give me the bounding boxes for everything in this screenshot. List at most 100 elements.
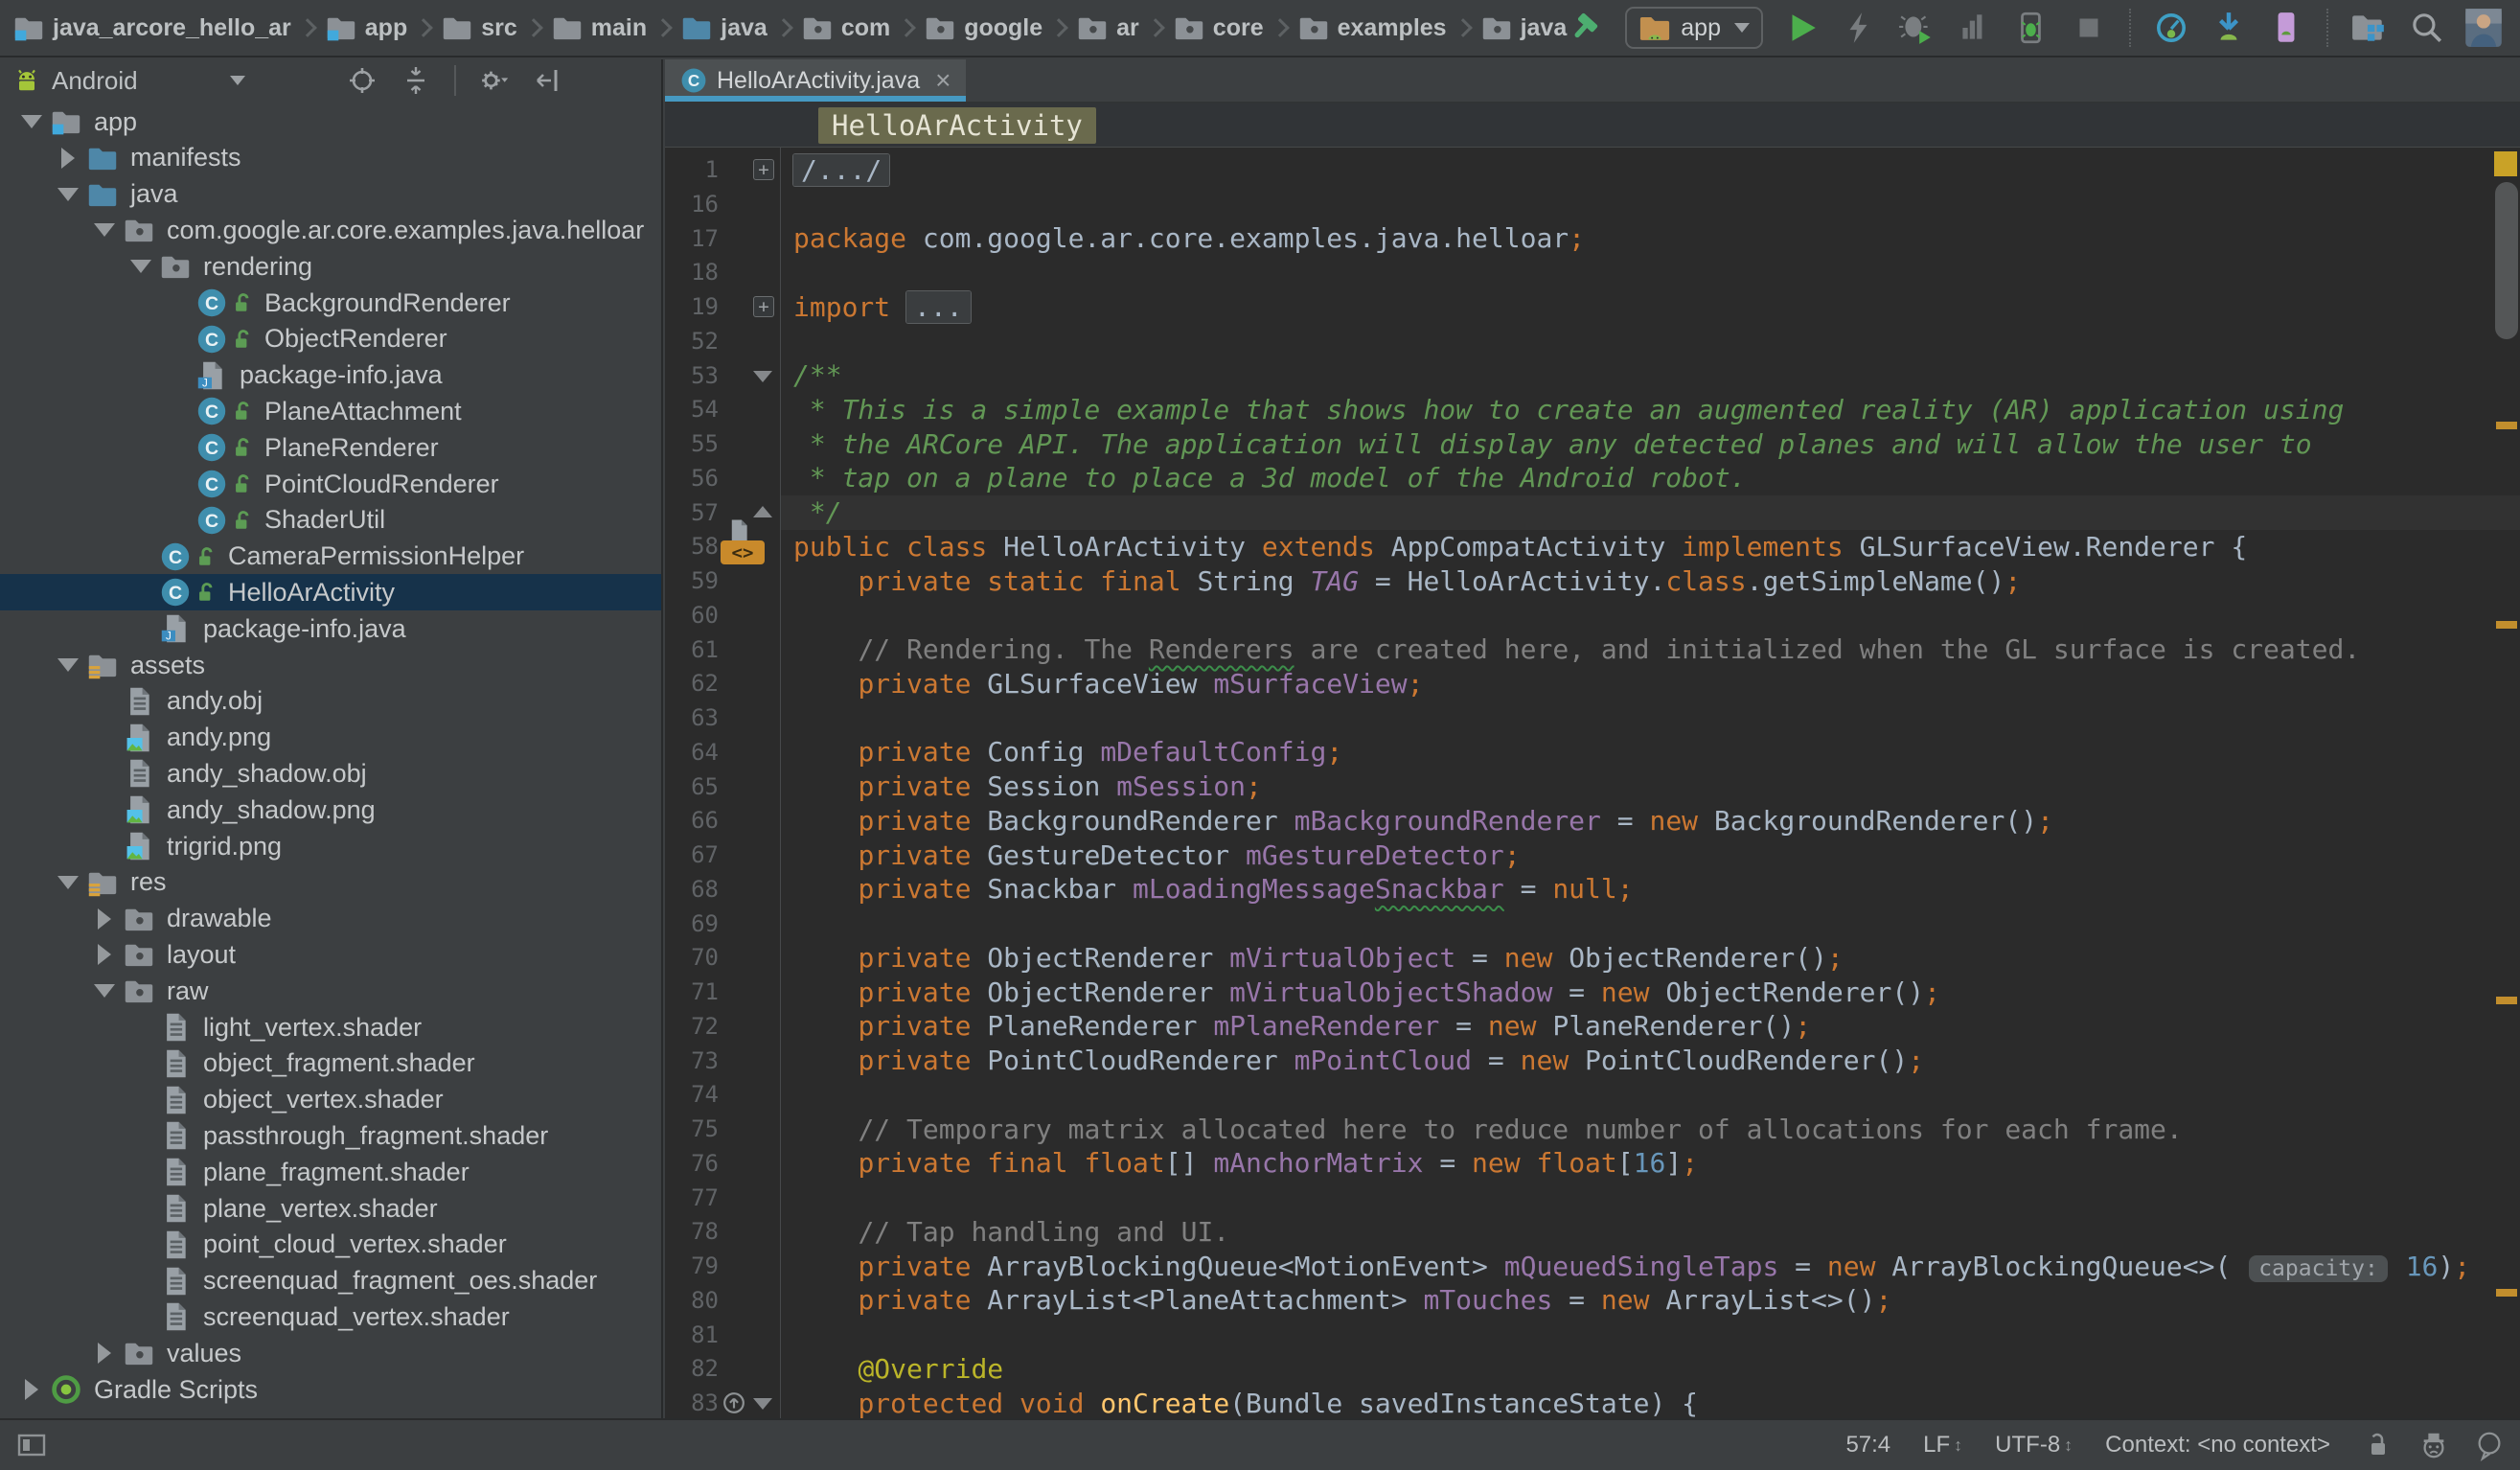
overriding-method-icon[interactable] — [722, 1391, 745, 1414]
code-editor[interactable]: 1+/.../1617package com.google.ar.core.ex… — [665, 148, 2520, 1418]
code-line-82[interactable]: 82 @Override — [665, 1351, 2520, 1386]
hammer-button[interactable] — [1568, 9, 1606, 47]
code-line-56[interactable]: 56 * tap on a plane to place a 3d model … — [665, 461, 2520, 495]
tree-item-manifests[interactable]: manifests — [0, 140, 661, 176]
run-button[interactable] — [1782, 9, 1821, 47]
tree-item-app[interactable]: app — [0, 103, 661, 140]
project-view-selector[interactable]: Android — [52, 66, 138, 96]
tree-item-package-info-java[interactable]: Jpackage-info.java — [0, 610, 661, 647]
code-line-70[interactable]: 70 private ObjectRenderer mVirtualObject… — [665, 940, 2520, 975]
chevron-collapsed-icon[interactable] — [86, 901, 123, 937]
tree-item-drawable[interactable]: drawable — [0, 901, 661, 937]
sdk-manager-button[interactable] — [2210, 9, 2248, 47]
collapse-icon[interactable] — [401, 65, 431, 96]
tab-helloaractivity-java[interactable]: C HelloArActivity.java × — [665, 59, 966, 102]
breadcrumb-item-src[interactable]: src — [442, 12, 517, 43]
encoding-widget[interactable]: UTF-8↕ — [1995, 1432, 2073, 1459]
highlighting-level-icon[interactable] — [2418, 1430, 2449, 1460]
tree-item-andy-shadow-obj[interactable]: andy_shadow.obj — [0, 755, 661, 792]
tree-item-values[interactable]: values — [0, 1335, 661, 1371]
tree-item-java[interactable]: java — [0, 176, 661, 213]
gear-icon[interactable] — [479, 65, 510, 96]
breadcrumb-item-app[interactable]: app — [326, 12, 407, 43]
code-line-61[interactable]: 61 // Rendering. The Renderers are creat… — [665, 632, 2520, 667]
chevron-expanded-icon[interactable] — [50, 176, 86, 213]
tree-item-object-fragment-shader[interactable]: object_fragment.shader — [0, 1045, 661, 1082]
toolwindow-toggle-icon[interactable] — [15, 1429, 48, 1461]
tree-item-plane-vertex-shader[interactable]: plane_vertex.shader — [0, 1190, 661, 1227]
tree-item-planeattachment[interactable]: CPlaneAttachment — [0, 393, 661, 429]
event-log-icon[interactable] — [2474, 1430, 2505, 1460]
code-line-73[interactable]: 73 private PointCloudRenderer mPointClou… — [665, 1044, 2520, 1078]
tree-item-layout[interactable]: layout — [0, 936, 661, 973]
tree-item-screenquad-fragment-oes-shader[interactable]: screenquad_fragment_oes.shader — [0, 1263, 661, 1299]
breadcrumb-item-google[interactable]: google — [925, 12, 1042, 43]
lock-icon[interactable] — [2363, 1430, 2394, 1460]
code-line-71[interactable]: 71 private ObjectRenderer mVirtualObject… — [665, 975, 2520, 1009]
chevron-collapsed-icon[interactable] — [13, 1371, 50, 1408]
chevron-collapsed-icon[interactable] — [50, 140, 86, 176]
code-line-64[interactable]: 64 private Config mDefaultConfig; — [665, 735, 2520, 769]
tree-item-shaderutil[interactable]: CShaderUtil — [0, 502, 661, 539]
code-line-81[interactable]: 81 — [665, 1318, 2520, 1352]
locate-icon[interactable] — [347, 65, 378, 96]
caret-position-widget[interactable]: 57:4 — [1845, 1432, 1890, 1459]
breadcrumb-item-java[interactable]: java — [1481, 12, 1568, 43]
fold-collapse-icon[interactable] — [753, 1398, 772, 1410]
code-line-65[interactable]: 65 private Session mSession; — [665, 769, 2520, 804]
warning-stripe-mark[interactable] — [2496, 1289, 2517, 1297]
breadcrumb-item-main[interactable]: main — [552, 12, 647, 43]
code-line-76[interactable]: 76 private final float[] mAnchorMatrix =… — [665, 1146, 2520, 1181]
tree-item-pointcloudrenderer[interactable]: CPointCloudRenderer — [0, 466, 661, 502]
code-line-62[interactable]: 62 private GLSurfaceView mSurfaceView; — [665, 666, 2520, 701]
fold-collapse-end-icon[interactable] — [753, 506, 772, 517]
breadcrumb-item-java_arcore_hello_ar[interactable]: java_arcore_hello_ar — [13, 12, 291, 43]
code-line-79[interactable]: 79 private ArrayBlockingQueue<MotionEven… — [665, 1249, 2520, 1283]
tree-item-helloaractivity[interactable]: CHelloArActivity — [0, 574, 661, 610]
breadcrumb-class-chip[interactable]: HelloArActivity — [818, 107, 1096, 144]
breadcrumb-item-examples[interactable]: examples — [1298, 12, 1447, 43]
code-line-66[interactable]: 66 private BackgroundRenderer mBackgroun… — [665, 803, 2520, 838]
chevron-expanded-icon[interactable] — [123, 248, 159, 285]
chevron-expanded-icon[interactable] — [86, 212, 123, 248]
code-line-55[interactable]: 55 * the ARCore API. The application wil… — [665, 426, 2520, 461]
chevron-collapsed-icon[interactable] — [86, 1335, 123, 1371]
tree-item-planerenderer[interactable]: CPlaneRenderer — [0, 429, 661, 466]
tree-item-rendering[interactable]: rendering — [0, 248, 661, 285]
code-line-16[interactable]: 16 — [665, 187, 2520, 221]
breadcrumb-item-ar[interactable]: ar — [1077, 12, 1139, 43]
code-line-72[interactable]: 72 private PlaneRenderer mPlaneRenderer … — [665, 1009, 2520, 1044]
fold-collapse-icon[interactable] — [753, 371, 772, 382]
warning-stripe-mark[interactable] — [2496, 422, 2517, 429]
tree-item-passthrough-fragment-shader[interactable]: passthrough_fragment.shader — [0, 1117, 661, 1154]
chevron-collapsed-icon[interactable] — [86, 936, 123, 973]
avatar-button[interactable] — [2464, 9, 2503, 47]
tree-item-objectrenderer[interactable]: CObjectRenderer — [0, 321, 661, 357]
tree-item-screenquad-vertex-shader[interactable]: screenquad_vertex.shader — [0, 1298, 661, 1335]
tree-item-plane-fragment-shader[interactable]: plane_fragment.shader — [0, 1154, 661, 1190]
scrollbar-thumb[interactable] — [2495, 182, 2518, 339]
code-line-75[interactable]: 75 // Temporary matrix allocated here to… — [665, 1112, 2520, 1146]
tree-item-light-vertex-shader[interactable]: light_vertex.shader — [0, 1009, 661, 1045]
code-line-54[interactable]: 54 * This is a simple example that shows… — [665, 392, 2520, 426]
code-line-77[interactable]: 77 — [665, 1181, 2520, 1215]
hide-icon[interactable] — [533, 65, 563, 96]
device-manager-button[interactable] — [2267, 9, 2305, 47]
profile-button[interactable] — [1955, 9, 1993, 47]
search-button[interactable] — [2407, 9, 2445, 47]
code-line-19[interactable]: 19+import ... — [665, 289, 2520, 324]
chevron-expanded-icon[interactable] — [50, 864, 86, 901]
line-ending-widget[interactable]: LF↕ — [1923, 1432, 1962, 1459]
tree-item-andy-obj[interactable]: andy.obj — [0, 683, 661, 720]
chevron-expanded-icon[interactable] — [13, 103, 50, 140]
code-line-18[interactable]: 18 — [665, 255, 2520, 289]
tree-item-raw[interactable]: raw — [0, 973, 661, 1009]
tree-item-com-google-ar-core-examples-java-helloar[interactable]: com.google.ar.core.examples.java.helloar — [0, 212, 661, 248]
warning-stripe-mark[interactable] — [2496, 997, 2517, 1004]
code-line-59[interactable]: 59 private static final String TAG = Hel… — [665, 563, 2520, 598]
breadcrumb-item-com[interactable]: com — [802, 12, 890, 43]
code-line-57[interactable]: 57 */ — [665, 495, 2520, 530]
tree-item-assets[interactable]: assets — [0, 647, 661, 683]
tree-item-andy-png[interactable]: andy.png — [0, 720, 661, 756]
chevron-expanded-icon[interactable] — [50, 647, 86, 683]
